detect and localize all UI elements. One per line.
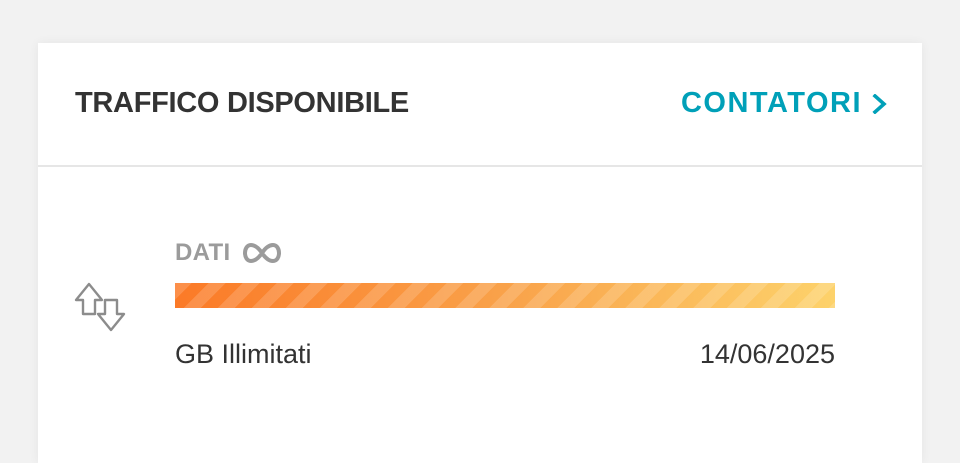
chevron-right-icon	[872, 93, 887, 114]
data-usage-bar-fill	[175, 283, 835, 308]
data-amount: GB Illimitati	[175, 339, 312, 369]
data-expiry-date: 14/06/2025	[699, 339, 835, 369]
data-label-row: DATI	[175, 239, 282, 267]
card-title: TRAFFICO DISPONIBILE	[75, 87, 409, 119]
counters-link-label: CONTATORI	[680, 87, 862, 119]
data-label: DATI	[175, 239, 231, 266]
transfer-arrows-icon	[74, 282, 126, 332]
traffic-card: TRAFFICO DISPONIBILE CONTATORI DATI GB I…	[38, 43, 922, 463]
counters-link[interactable]: CONTATORI	[681, 87, 888, 120]
card-header: TRAFFICO DISPONIBILE CONTATORI	[38, 43, 922, 167]
data-usage-bar	[175, 283, 835, 308]
infinity-icon	[243, 242, 282, 264]
